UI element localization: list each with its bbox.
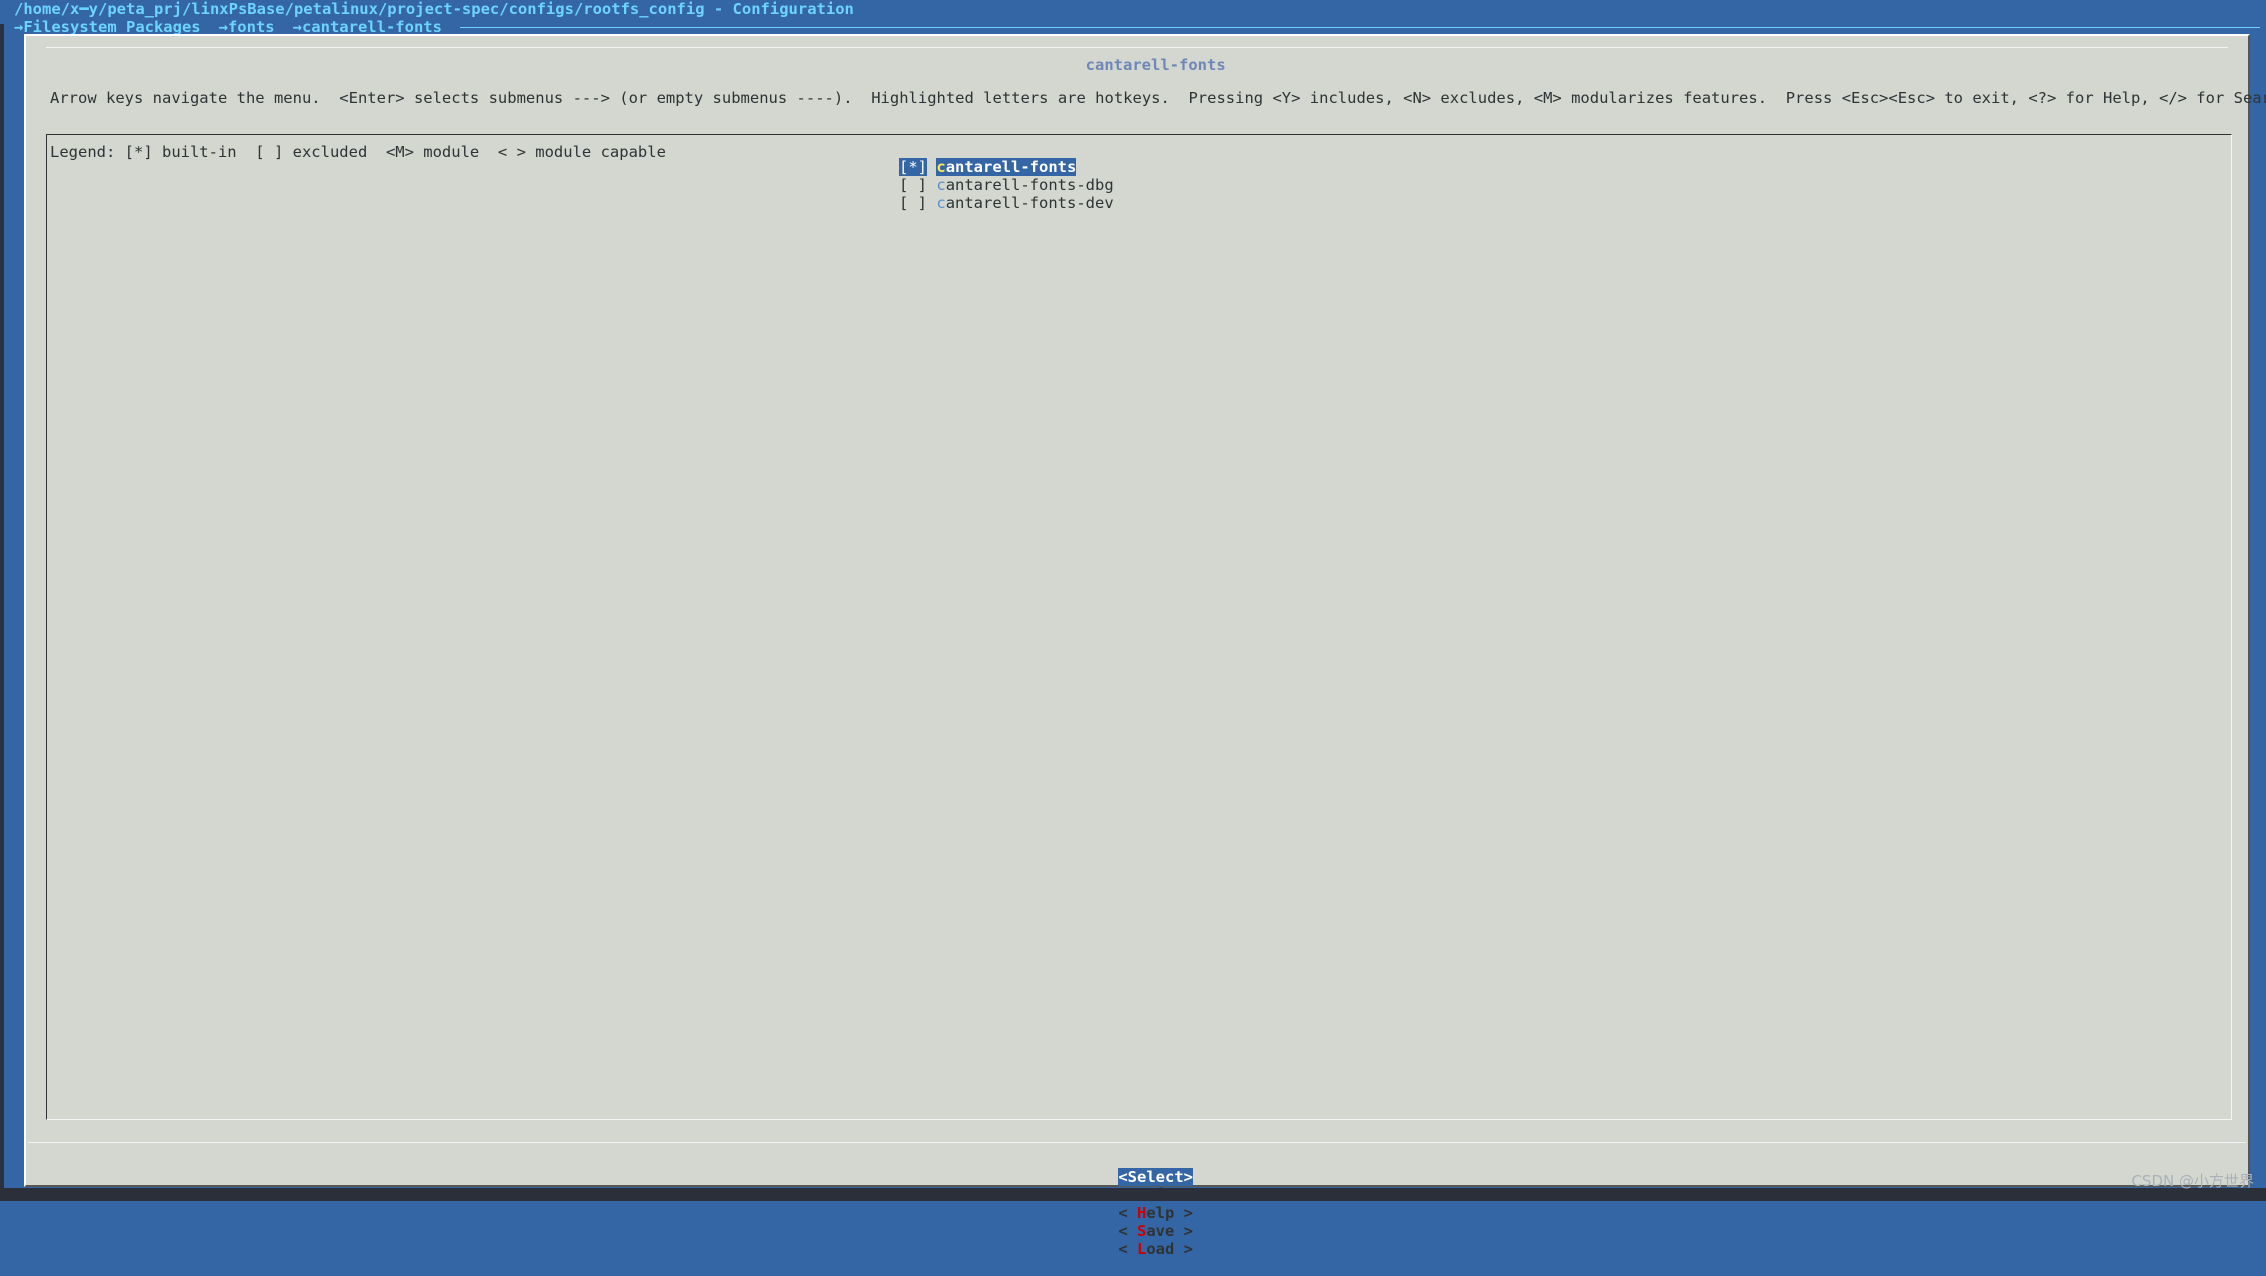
config-file-path: /home/x━y/peta_prj/linxPsBase/petalinux/… [14,0,854,18]
save-button[interactable]: < Save > [1118,1222,1193,1240]
breadcrumb-rule [459,26,2260,28]
menu-item-cantarell-fonts-dev[interactable]: [ ] cantarell-fonts-dev [843,176,1114,230]
button-bracket: > [1174,1240,1193,1258]
menuconfig-dialog: cantarell-fonts Arrow keys navigate the … [24,34,2266,1258]
hotkey-letter: H [1136,1204,1147,1222]
window-left-edge [0,24,4,1201]
button-divider [28,1142,2246,1143]
hotkey-letter: S [1136,1222,1147,1240]
checkbox-excluded[interactable]: [ ] [899,194,927,212]
button-bracket: > [1174,1204,1193,1222]
button-bracket: < [1118,1222,1137,1240]
button-text: ave [1146,1222,1175,1240]
watermark: CSDN @小方世界 [2131,1172,2254,1190]
button-text: elp [1146,1204,1175,1222]
menu-item-text: antarell-fonts-dev [945,194,1114,212]
terminal-bottom-edge [0,1188,2266,1201]
button-bracket: < [1118,1204,1137,1222]
button-bracket: > [1174,1222,1193,1240]
hotkey-letter: c [936,194,946,212]
button-text: oad [1146,1240,1175,1258]
instructions-line: Arrow keys navigate the menu. <Enter> se… [50,89,2266,107]
help-button[interactable]: < Help > [1118,1204,1193,1222]
button-bar: <Select> < Exit > < Help > < Save > < Lo… [26,1150,2248,1276]
hotkey-letter: L [1136,1240,1147,1258]
load-button[interactable]: < Load > [1118,1240,1193,1258]
button-bracket: < [1118,1240,1137,1258]
menu-item-label: cantarell-fonts-dev [936,194,1113,212]
select-button[interactable]: <Select> [1118,1168,1193,1186]
menu-list-box: [*] cantarell-fonts [ ] cantarell-fonts-… [46,134,2232,1120]
